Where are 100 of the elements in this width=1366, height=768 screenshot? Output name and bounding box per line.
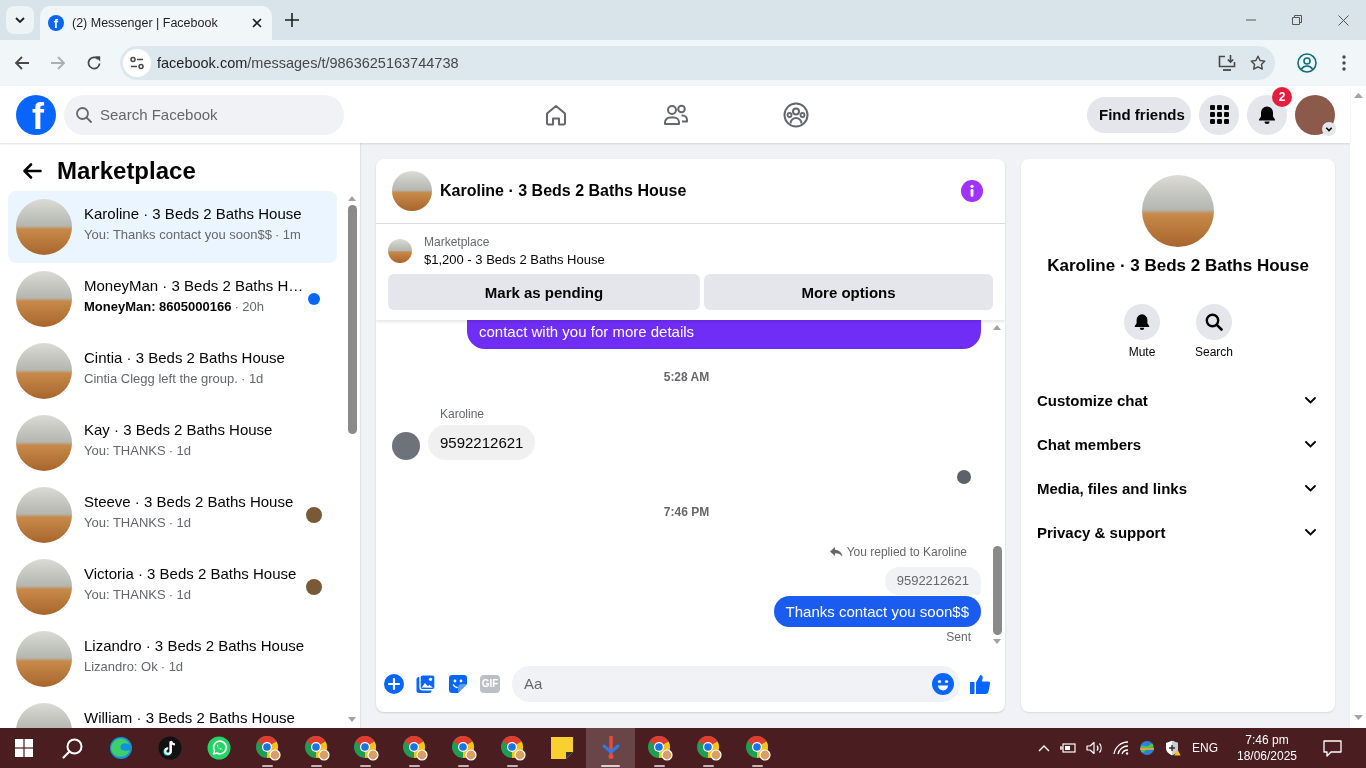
plus-circle-icon[interactable]: [384, 673, 404, 694]
wifi-icon[interactable]: [1113, 741, 1129, 755]
caret-up-icon[interactable]: [1038, 744, 1050, 752]
conversation-name: Karoline · 3 Beds 2 Baths House: [1047, 255, 1309, 277]
avatar-photo[interactable]: [1295, 94, 1335, 135]
conversation-item[interactable]: Lizandro · 3 Beds 2 Baths House Lizandro: Ok · 1d: [8, 623, 337, 695]
message-time: · 20h: [234, 299, 265, 315]
conversation-item[interactable]: Victoria · 3 Beds 2 Baths House You: THANKS · 1d: [8, 551, 337, 623]
message-time: · 1d: [168, 443, 192, 459]
conversation-item[interactable]: Karoline · 3 Beds 2 Baths House You: Thanks contact you soon$$ · 1m: [8, 191, 337, 263]
quoted-message: 9592212621: [884, 567, 981, 595]
seen-avatar-icon: [306, 579, 322, 595]
notifications-button[interactable]: [1247, 94, 1287, 135]
whatsapp-icon: [206, 736, 231, 760]
photo-icon[interactable]: [416, 673, 436, 694]
avatar-photo: [392, 432, 420, 460]
room-photo: [16, 415, 72, 471]
tab-list-button[interactable]: [6, 6, 34, 34]
favicon: f: [48, 15, 64, 31]
timestamp: 7:46 PM: [663, 504, 710, 520]
conversation-title: Cintia · 3 Beds 2 Baths House: [84, 349, 286, 367]
reply-icon: [829, 547, 843, 557]
shield-icon[interactable]: [1165, 740, 1181, 756]
message-input[interactable]: Aa: [512, 665, 960, 702]
speaker-icon[interactable]: [1086, 741, 1103, 755]
conversation-title: Kay · 3 Beds 2 Baths House: [84, 421, 274, 439]
search-icon: [1205, 313, 1223, 331]
sticker-icon[interactable]: [448, 673, 468, 694]
windows-logo-icon[interactable]: [15, 739, 33, 757]
restore-icon[interactable]: [1292, 15, 1302, 25]
message-preview: MoneyMan: 8605000166: [84, 299, 232, 315]
scrollbar-thumb[interactable]: [347, 205, 357, 434]
home-icon[interactable]: [544, 102, 568, 127]
message-preview: You: THANKS: [84, 443, 166, 459]
menu-button[interactable]: [1199, 94, 1239, 135]
star-icon[interactable]: [1250, 55, 1266, 71]
message-time: · 1d: [240, 371, 264, 387]
chrome-icon: [450, 735, 477, 761]
notification-icon[interactable]: [1323, 739, 1342, 757]
sender-name: Karoline: [440, 406, 485, 422]
room-photo: [16, 631, 72, 687]
menu-icon[interactable]: [1342, 55, 1346, 71]
reply-label: You replied to Karoline: [846, 544, 967, 560]
battery-icon[interactable]: [1060, 742, 1076, 754]
groups-icon[interactable]: [783, 101, 809, 128]
section-toggle[interactable]: Chat members: [1021, 422, 1335, 466]
url-text: facebook.com/messages/t/9863625163744738: [157, 55, 459, 71]
seen-avatar-icon: [957, 470, 971, 484]
search-field[interactable]: Search Facebook: [64, 94, 344, 135]
room-photo: [16, 271, 72, 327]
thumbs-up-icon[interactable]: [969, 672, 991, 695]
listing-action-button[interactable]: More options: [704, 274, 993, 310]
conversation-item[interactable]: MoneyMan · 3 Beds 2 Baths H… MoneyMan: 8605000166 · 20h: [8, 263, 337, 335]
browser-tab[interactable]: f (2) Messenger | Facebook: [40, 6, 272, 40]
plus-icon[interactable]: [285, 13, 299, 27]
message-time: · 1d: [160, 659, 184, 675]
back-arrow-icon[interactable]: [14, 55, 30, 71]
notification-badge: 2: [1272, 86, 1292, 107]
friends-icon[interactable]: [663, 102, 689, 127]
globe-icon[interactable]: [1139, 740, 1155, 756]
reload-icon[interactable]: [86, 55, 102, 71]
listing-action-button[interactable]: Mark as pending: [388, 274, 700, 310]
conversation-item[interactable]: Steeve · 3 Beds 2 Baths House You: THANKS · 1d: [8, 479, 337, 551]
clock-date[interactable]: 18/06/2025: [1236, 748, 1298, 764]
site-settings-icon[interactable]: [123, 49, 151, 77]
message-preview: Cintia Clegg left the group.: [84, 371, 238, 387]
profile-icon[interactable]: [1297, 53, 1317, 73]
bell-icon: [1133, 313, 1151, 331]
listing-title[interactable]: $1,200 - 3 Beds 2 Baths House: [424, 251, 605, 269]
search-icon[interactable]: [61, 737, 83, 759]
message-bubble: contact with you for more details: [467, 320, 981, 349]
language-indicator[interactable]: ENG: [1192, 741, 1218, 755]
conversation-item[interactable]: Cintia · 3 Beds 2 Baths House Cintia Clegg left the group. · 1d: [8, 335, 337, 407]
timestamp: 5:28 AM: [663, 369, 710, 385]
find-friends-button[interactable]: Find friends: [1087, 96, 1191, 133]
action-button[interactable]: [1196, 304, 1232, 340]
scrollbar-thumb[interactable]: [992, 546, 1002, 635]
install-app-icon[interactable]: [1218, 55, 1236, 71]
room-photo: [16, 199, 72, 255]
chrome-icon: [352, 735, 379, 761]
chrome-icon: [646, 735, 673, 761]
info-icon[interactable]: [961, 180, 983, 202]
message-time: · 1d: [168, 515, 192, 531]
facebook-logo[interactable]: f: [16, 94, 56, 135]
back-arrow-icon[interactable]: [22, 162, 42, 180]
message-preview: You: THANKS: [84, 587, 166, 603]
chevron-down-icon[interactable]: [1322, 121, 1336, 136]
sticky-note-icon: [550, 737, 573, 759]
section-toggle[interactable]: Media, files and links: [1021, 466, 1335, 510]
conversation-item[interactable]: Kay · 3 Beds 2 Baths House You: THANKS · 1d: [8, 407, 337, 479]
action-label: Mute: [1128, 344, 1156, 360]
close-icon[interactable]: [252, 18, 262, 28]
action-label: Search: [1195, 344, 1233, 360]
section-toggle[interactable]: Privacy & support: [1021, 510, 1335, 554]
action-button[interactable]: [1124, 304, 1160, 340]
address-bar[interactable]: facebook.com/messages/t/9863625163744738: [120, 46, 1275, 80]
clock-time[interactable]: 7:46 pm: [1245, 732, 1289, 748]
emoji-icon[interactable]: [932, 672, 954, 695]
chrome-icon: [303, 735, 330, 761]
section-toggle[interactable]: Customize chat: [1021, 378, 1335, 422]
